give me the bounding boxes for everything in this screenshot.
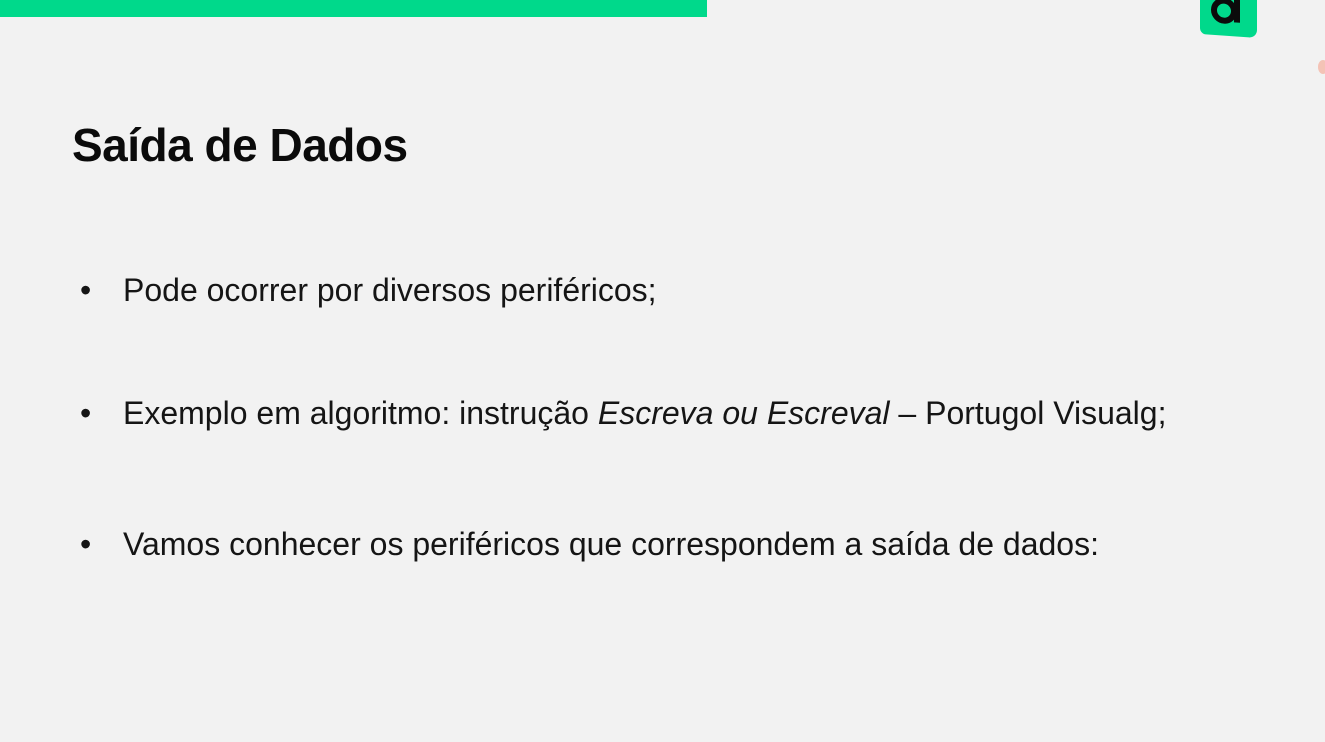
bullet-dot: •: [80, 272, 92, 308]
bullet-dot: •: [80, 395, 92, 431]
bullet-item-1: • Pode ocorrer por diversos periféricos;: [80, 270, 657, 310]
bullet-text-suffix: – Portugol Visualg;: [889, 395, 1167, 431]
bullet-text: Pode ocorrer por diversos periféricos;: [123, 272, 657, 308]
bullet-item-3: • Vamos conhecer os periféricos que corre…: [80, 524, 1099, 564]
bullet-text-prefix: Exemplo em algoritmo: instrução: [123, 395, 598, 431]
brand-logo-icon: [1200, 0, 1257, 38]
bullet-text-emphasis: Escreva ou Escreval: [597, 395, 890, 431]
slide-title: Saída de Dados: [72, 119, 408, 171]
edge-decoration: [1318, 60, 1325, 74]
bullet-item-2: • Exemplo em algoritmo: instrução Escreva…: [80, 393, 1166, 433]
top-accent-bar: [0, 0, 707, 17]
bullet-text: Vamos conhecer os periféricos que corres…: [123, 526, 1099, 562]
letter-d-logo-icon: [1211, 0, 1240, 24]
bullet-dot: •: [80, 526, 92, 562]
